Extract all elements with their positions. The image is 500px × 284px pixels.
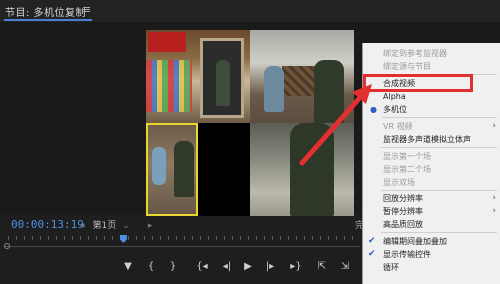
menu-item-overlays-during-edit[interactable]: ✔ 编辑期间叠加叠加 [363, 235, 500, 248]
zoom-scrollbar[interactable] [4, 246, 360, 247]
step-back-icon[interactable]: ◂| [219, 258, 235, 276]
shop-sign [148, 32, 186, 52]
menu-item-transport-label: 显示传输控件 [383, 250, 431, 259]
transport-controls: ▼ { } {◂ ◂| ▶ |▸ ▸} ⇱ ⇲ [0, 258, 360, 278]
prev-page-icon[interactable]: ◂ [80, 221, 85, 231]
panel-tab-title[interactable]: 节目: 多机位复制 [5, 4, 86, 19]
submenu-chevron-icon: › [492, 193, 496, 203]
menu-item-show-transport-controls[interactable]: ✔ 显示传输控件 [363, 248, 500, 261]
store-shelf [146, 60, 192, 112]
man-figure [290, 123, 334, 216]
mark-in-icon[interactable]: { [145, 258, 157, 276]
highlight-box-composite-video [363, 74, 473, 92]
step-forward-icon[interactable]: |▸ [262, 258, 278, 276]
menu-item-overlays-label: 编辑期间叠加叠加 [383, 237, 447, 246]
page-label: 第1页 [92, 221, 117, 231]
mark-out-icon[interactable]: } [167, 258, 179, 276]
timeline-ruler[interactable] [0, 233, 360, 249]
checkmark-icon: ✔ [368, 249, 376, 259]
multicam-video-frame[interactable] [146, 30, 354, 216]
camera-angle-4-empty[interactable] [198, 123, 250, 216]
menu-separator [381, 147, 497, 148]
scrollbar-handle[interactable] [4, 243, 10, 249]
playhead-marker-icon[interactable] [120, 235, 127, 243]
submenu-chevron-icon: › [492, 121, 496, 131]
child-figure [264, 66, 284, 112]
menu-item-bind-reference-monitor: 绑定到参考监视器 [383, 49, 447, 58]
submenu-chevron-icon: › [492, 206, 496, 216]
menu-item-multicam-label: 多机位 [383, 105, 407, 114]
play-icon[interactable]: ▶ [241, 258, 255, 276]
checkmark-icon: ✔ [368, 236, 376, 246]
menu-item-playback-resolution[interactable]: 回放分辨率 › [363, 192, 500, 205]
menu-item-paused-resolution[interactable]: 暂停分辨率 › [363, 205, 500, 218]
camera-angle-2[interactable] [250, 30, 354, 123]
menu-item-show-both-fields: 显示双场 [383, 178, 415, 187]
menu-separator [381, 117, 497, 118]
menu-item-high-quality-playback[interactable]: 高品质回放 [363, 218, 500, 231]
hamburger-menu-icon[interactable]: ≡ [82, 3, 91, 16]
camera-angle-1[interactable] [146, 30, 250, 123]
man-figure [174, 141, 194, 197]
program-preview [250, 123, 354, 216]
panel-titlebar: 节目: 多机位复制 ≡ [0, 0, 500, 22]
camera-angle-3-selected[interactable] [146, 123, 198, 216]
child-figure [152, 147, 166, 185]
extract-icon[interactable]: ⇲ [338, 258, 352, 276]
man-figure [314, 60, 344, 123]
menu-item-show-second-field: 显示第二个场 [383, 165, 431, 174]
dropdown-chevron-icon[interactable]: ⌄ [122, 221, 130, 231]
playhead-timecode[interactable]: 00:00:13:19 [11, 218, 84, 231]
menu-item-playback-resolution-label: 回放分辨率 [383, 194, 423, 203]
go-to-in-icon[interactable]: {◂ [194, 258, 210, 276]
ruler-ticks [8, 236, 358, 240]
menu-separator [381, 232, 497, 233]
menu-item-multicam[interactable]: ● 多机位 [363, 103, 500, 116]
menu-item-bind-source-program: 绑定源与节目 [383, 62, 431, 71]
menu-item-paused-resolution-label: 暂停分辨率 [383, 207, 423, 216]
menu-item-multichannel-stereo[interactable]: 监视器多声道模拟立体声 [363, 133, 500, 146]
menu-item-loop[interactable]: 循环 [363, 261, 500, 274]
person-figure [216, 60, 230, 106]
page-selector[interactable]: ◂ 第1页 ⌄ ▸ [80, 218, 152, 231]
menu-item-vr-video-label: VR 视频 [383, 122, 413, 131]
add-marker-icon[interactable]: ▼ [122, 258, 134, 276]
menu-item-vr-video: VR 视频 › [363, 120, 500, 133]
radio-bullet-icon: ● [370, 105, 377, 114]
lift-icon[interactable]: ⇱ [315, 258, 329, 276]
active-tab-underline [4, 19, 92, 21]
menu-separator [381, 190, 497, 191]
menu-item-show-first-field: 显示第一个场 [383, 152, 431, 161]
go-to-out-icon[interactable]: ▸} [288, 258, 304, 276]
next-page-icon[interactable]: ▸ [148, 221, 153, 231]
